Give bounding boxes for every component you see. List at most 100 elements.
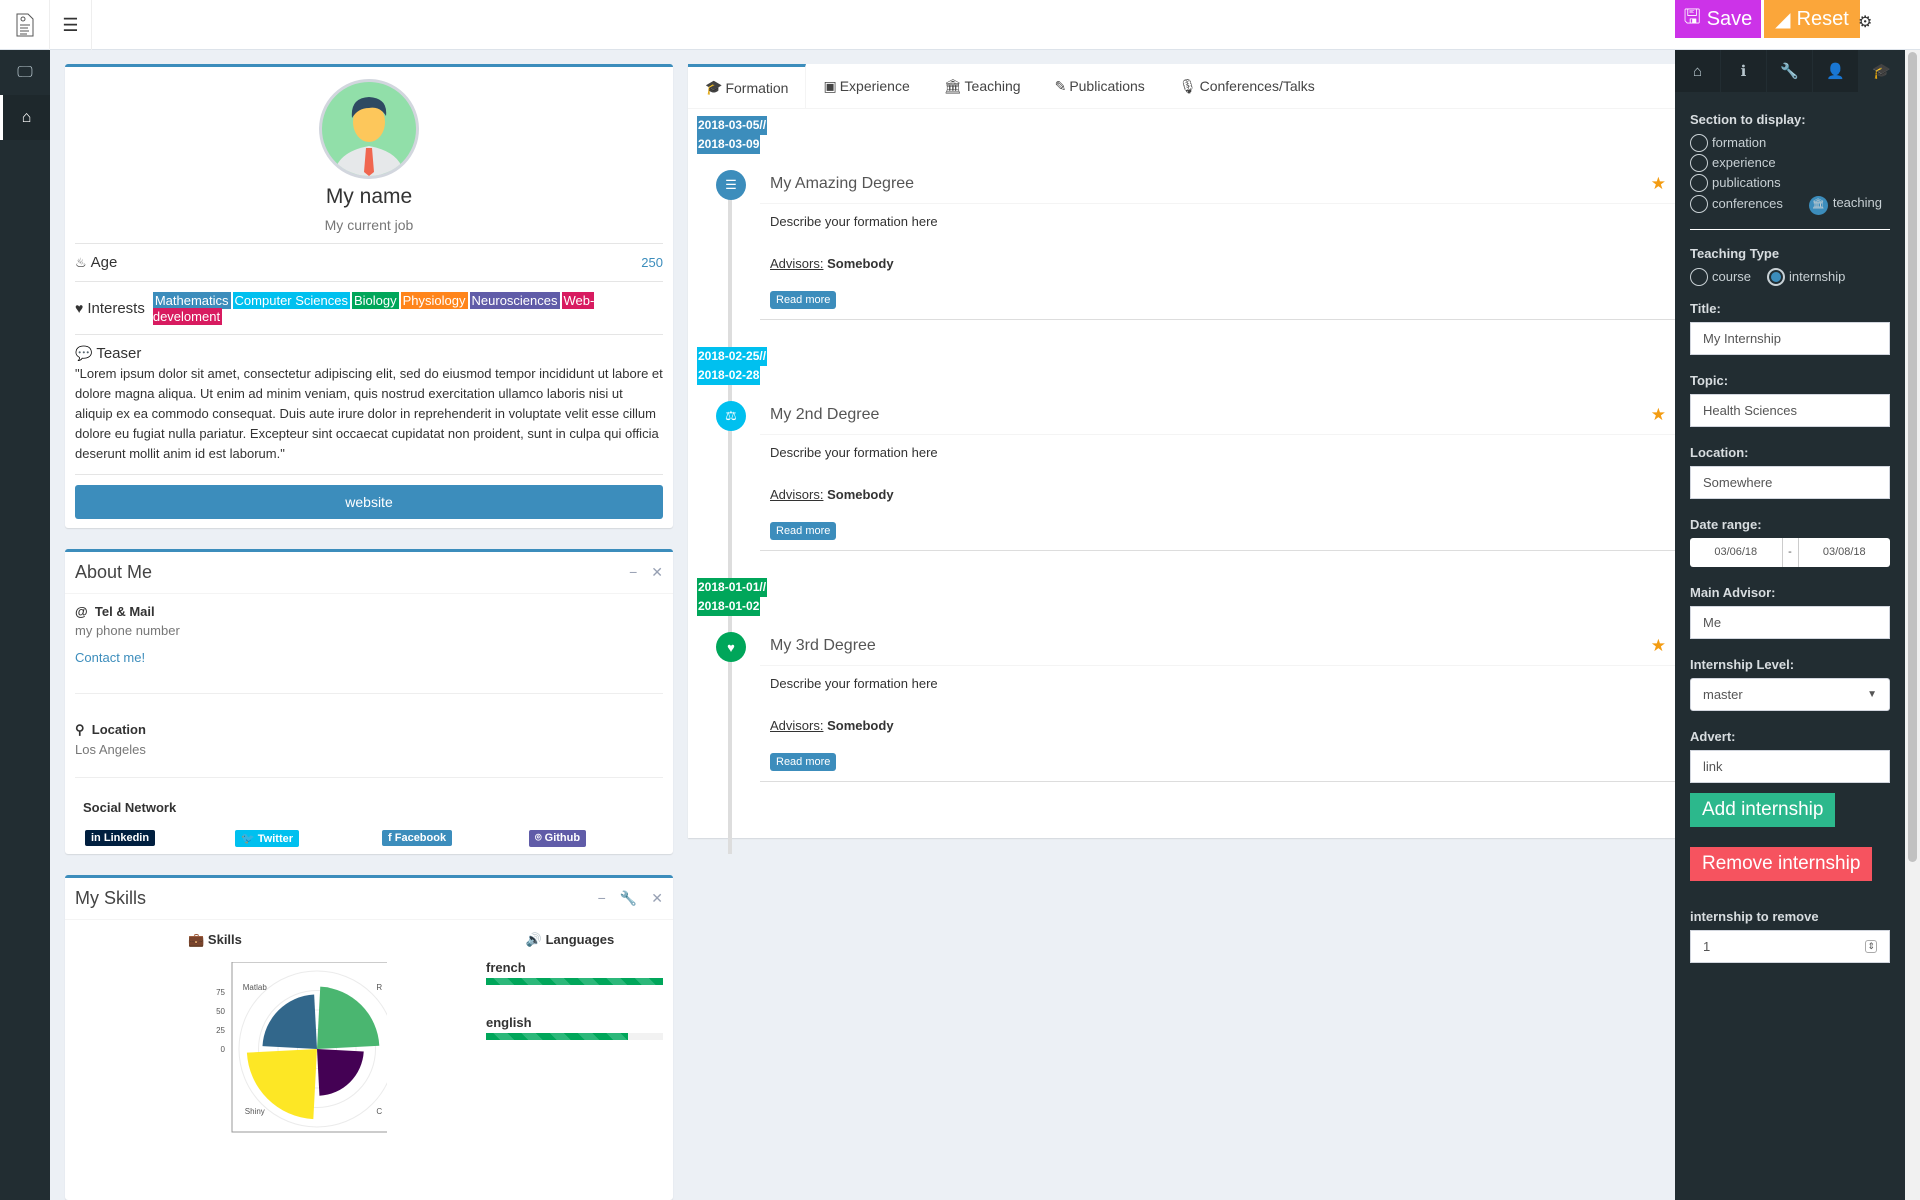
date-start-input[interactable]: 03/06/18 [1690, 538, 1782, 567]
teaching-type-course[interactable]: course [1690, 267, 1751, 287]
radial-tick-label: 25 [216, 1026, 225, 1035]
radio-button[interactable] [1690, 134, 1708, 152]
timeline-item-header: My 2nd Degree ★ [760, 395, 1676, 435]
control-tab-graduation-cap[interactable]: 🎓 [1859, 50, 1905, 92]
tab-label: Teaching [964, 78, 1021, 94]
interest-tag[interactable]: Computer Sciences [232, 292, 350, 309]
reset-button[interactable]: ◢ Reset [1764, 0, 1860, 38]
social-button-twitter[interactable]: 🐦 Twitter [235, 830, 300, 847]
timeline-item-title: My 3rd Degree [770, 636, 876, 654]
section-option-formation[interactable]: formation [1690, 133, 1890, 153]
add-internship-button[interactable]: Add internship [1690, 792, 1836, 827]
star-icon: ★ [1650, 173, 1666, 193]
university-icon: 🏛 [1808, 195, 1828, 215]
database-icon: ☰ [716, 170, 746, 200]
close-icon[interactable]: ✕ [651, 890, 663, 907]
section-option-experience[interactable]: experience [1690, 153, 1890, 173]
social-button-linkedin[interactable]: in Linkedin [85, 830, 156, 846]
control-tab-wrench[interactable]: 🔧 [1767, 50, 1813, 92]
radio-button[interactable] [1767, 267, 1786, 286]
remove-internship-button[interactable]: Remove internship [1690, 846, 1873, 881]
language-name: french [486, 960, 526, 975]
remove-index-input[interactable]: 1 ⇕ [1690, 929, 1890, 963]
section-option-publications[interactable]: publications [1690, 173, 1890, 193]
social-button-github[interactable]: ⌾ Github [529, 830, 587, 847]
tab-teaching[interactable]: 🏛 Teaching [927, 64, 1038, 108]
contact-link[interactable]: Contact me! [75, 650, 663, 665]
radio-button[interactable] [1690, 154, 1708, 172]
scrollbar-thumb[interactable] [1908, 52, 1917, 862]
timeline-line [728, 174, 732, 854]
section-label: Section to display: [1690, 112, 1806, 127]
teaching-option[interactable]: 🏛 teaching [1808, 193, 1882, 215]
minimize-icon[interactable]: − [629, 564, 637, 581]
wrench-icon[interactable]: 🔧 [620, 890, 637, 907]
website-button[interactable]: website [75, 485, 663, 519]
floppy-disk-icon: 🖫 [1683, 6, 1701, 28]
close-icon[interactable]: ✕ [651, 564, 663, 581]
date-end-input[interactable]: 03/08/18 [1799, 538, 1891, 567]
hamburger-icon[interactable]: ☰ [50, 0, 92, 50]
social-label: Linkedin [103, 832, 150, 844]
language-name: english [486, 1015, 532, 1030]
section-option-label: formation [1712, 135, 1767, 150]
radio-button[interactable] [1690, 267, 1708, 286]
timeline-box: 🎓 Formation ▣ Experience 🏛 Teaching ✎ Publicati… [688, 64, 1676, 854]
timeline-item-body: Describe your formation here Advisors: So… [760, 204, 1676, 319]
tab-formation[interactable]: 🎓 Formation [688, 64, 807, 108]
section-option-label: experience [1712, 155, 1776, 170]
minimize-icon[interactable]: − [598, 890, 606, 907]
interest-tag[interactable]: Physiology [400, 292, 468, 309]
timeline-item-header: My 3rd Degree ★ [760, 626, 1676, 666]
control-tab-home[interactable]: ⌂ [1675, 50, 1721, 92]
spinner-icon[interactable]: ⇕ [1865, 939, 1877, 953]
interest-tag[interactable]: Mathematics [152, 292, 231, 309]
interest-tag[interactable]: Biology [352, 292, 399, 309]
heart-icon: ♥ [75, 300, 84, 316]
interest-tags: Mathematics Computer Sciences Biology Physi… [152, 292, 663, 325]
resume-icon[interactable] [0, 0, 50, 50]
teaching-type-label: internship [1789, 268, 1846, 284]
languages-heading: Languages [545, 932, 615, 947]
language-progress-bar [486, 978, 663, 985]
section-option-conferences[interactable]: conferences 🏛 teaching [1690, 193, 1890, 215]
title-label: Title: [1690, 300, 1721, 316]
level-select[interactable]: master ▼ [1690, 677, 1890, 711]
tab-experience[interactable]: ▣ Experience [806, 64, 926, 108]
tab-conferencestalks[interactable]: 🎙 Conferences/Talks [1162, 64, 1332, 108]
read-more-button[interactable]: Read more [770, 753, 837, 771]
page-scrollbar[interactable] [1905, 50, 1920, 1200]
control-tab-user-plus[interactable]: 👤 [1813, 50, 1859, 92]
location-input[interactable]: Somewhere [1690, 465, 1890, 499]
comment-icon: 💬 [75, 345, 93, 361]
social-button-facebook[interactable]: f Facebook [382, 830, 453, 846]
read-more-button[interactable]: Read more [770, 291, 837, 309]
teaser-label: Teaser [96, 345, 142, 362]
radio-button[interactable] [1690, 174, 1708, 192]
read-more-button[interactable]: Read more [770, 522, 837, 540]
title-input[interactable]: My Internship [1690, 321, 1890, 355]
teaching-type-label: course [1712, 268, 1752, 284]
category-label: Matlab [243, 983, 268, 992]
timeline-description: Describe your formation here [770, 676, 938, 691]
advert-input[interactable]: link [1690, 749, 1890, 783]
radio-button[interactable] [1690, 194, 1708, 213]
control-tab-info[interactable]: ℹ [1721, 50, 1767, 92]
gears-icon[interactable]: ⚙ [1858, 12, 1872, 32]
advisors-label: Advisors: [770, 718, 824, 733]
save-button[interactable]: 🖫 Save [1675, 0, 1761, 38]
sidebar-item-home[interactable]: ⌂ [0, 95, 50, 140]
profile-box: My name My current job ♨ Age 250 ♥ Inter… [65, 64, 673, 528]
eraser-icon: ◢ [1775, 8, 1791, 31]
teaching-type-internship[interactable]: internship [1767, 267, 1845, 287]
timeline-item-header: My Amazing Degree ★ [760, 164, 1676, 204]
graduation-cap-icon: 🎓 [1872, 63, 1891, 80]
advisor-input[interactable]: Me [1690, 605, 1890, 639]
date-end: 2018-01-02 [697, 597, 761, 616]
tab-publications[interactable]: ✎ Publications [1038, 64, 1162, 108]
interest-tag[interactable]: Neurosciences [469, 292, 560, 309]
topic-input[interactable]: Health Sciences [1690, 393, 1890, 427]
sidebar-item-desktop[interactable]: 🖵 [0, 50, 50, 95]
advisors-line: Advisors: Somebody [770, 487, 1666, 502]
my-skills-box: My Skills − 🔧 ✕ 💼 Skills R C Shiny Matlab 0 2… [65, 875, 673, 1200]
